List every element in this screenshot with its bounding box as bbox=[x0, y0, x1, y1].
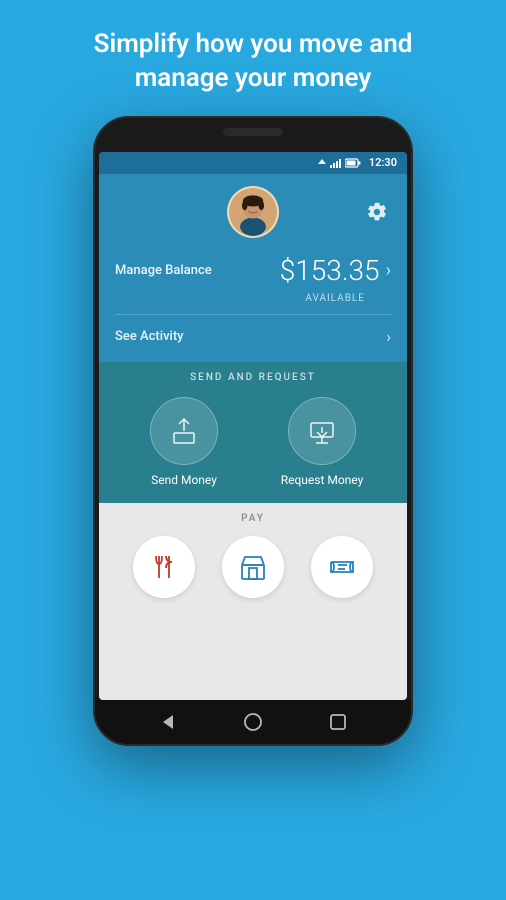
pay-ticket-circle bbox=[311, 536, 373, 598]
activity-chevron-icon: › bbox=[386, 327, 391, 346]
send-request-section: SEND AND REQUEST Send Money bbox=[99, 362, 407, 503]
request-money-button[interactable]: Request Money bbox=[253, 397, 391, 487]
pay-store-button[interactable] bbox=[222, 536, 284, 598]
balance-area[interactable]: $153.35 › bbox=[280, 254, 391, 287]
action-buttons: Send Money Request Money bbox=[99, 389, 407, 503]
phone-screen: 12:30 bbox=[99, 152, 407, 700]
back-icon bbox=[158, 712, 178, 732]
signal-area bbox=[317, 158, 361, 168]
utensils-icon bbox=[149, 552, 179, 582]
signal-icon bbox=[330, 158, 342, 168]
top-row bbox=[115, 186, 391, 238]
battery-icon bbox=[345, 158, 361, 168]
send-money-label: Send Money bbox=[151, 473, 217, 487]
request-money-icon bbox=[306, 415, 338, 447]
avatar-image bbox=[229, 186, 277, 238]
main-balance-section: Manage Balance $153.35 › AVAILABLE See A… bbox=[99, 174, 407, 362]
nav-back-button[interactable] bbox=[156, 710, 180, 734]
pay-buttons bbox=[99, 530, 407, 614]
pay-dining-button[interactable] bbox=[133, 536, 195, 598]
send-money-button[interactable]: Send Money bbox=[115, 397, 253, 487]
avatar[interactable] bbox=[227, 186, 279, 238]
pay-section-label: PAY bbox=[99, 503, 407, 530]
balance-row: Manage Balance $153.35 › bbox=[115, 254, 391, 287]
see-activity-row[interactable]: See Activity › bbox=[115, 325, 391, 348]
page-title: Simplify how you move and manage your mo… bbox=[40, 28, 466, 96]
pay-ticket-button[interactable] bbox=[311, 536, 373, 598]
bottom-nav bbox=[95, 700, 411, 744]
balance-chevron-icon: › bbox=[386, 260, 391, 281]
recent-icon bbox=[328, 712, 348, 732]
store-icon bbox=[238, 552, 268, 582]
request-money-circle bbox=[288, 397, 356, 465]
status-bar: 12:30 bbox=[99, 152, 407, 174]
status-time: 12:30 bbox=[369, 156, 397, 169]
pay-dining-circle bbox=[133, 536, 195, 598]
settings-button[interactable] bbox=[363, 198, 391, 226]
request-money-label: Request Money bbox=[281, 473, 364, 487]
divider bbox=[115, 314, 391, 315]
phone-device: 12:30 bbox=[93, 116, 413, 746]
home-icon bbox=[243, 712, 263, 732]
send-request-label: SEND AND REQUEST bbox=[99, 362, 407, 389]
pay-store-circle bbox=[222, 536, 284, 598]
send-money-circle bbox=[150, 397, 218, 465]
page-header: Simplify how you move and manage your mo… bbox=[0, 0, 506, 116]
nav-home-button[interactable] bbox=[241, 710, 265, 734]
send-money-icon bbox=[168, 415, 200, 447]
balance-amount: $153.35 bbox=[280, 254, 380, 287]
gear-icon bbox=[366, 201, 388, 223]
see-activity-label: See Activity bbox=[115, 329, 184, 344]
ticket-icon bbox=[327, 552, 357, 582]
pay-section: PAY bbox=[99, 503, 407, 700]
manage-balance-label: Manage Balance bbox=[115, 263, 212, 278]
wifi-icon bbox=[317, 158, 327, 168]
nav-recent-button[interactable] bbox=[326, 710, 350, 734]
available-label: AVAILABLE bbox=[115, 293, 391, 304]
